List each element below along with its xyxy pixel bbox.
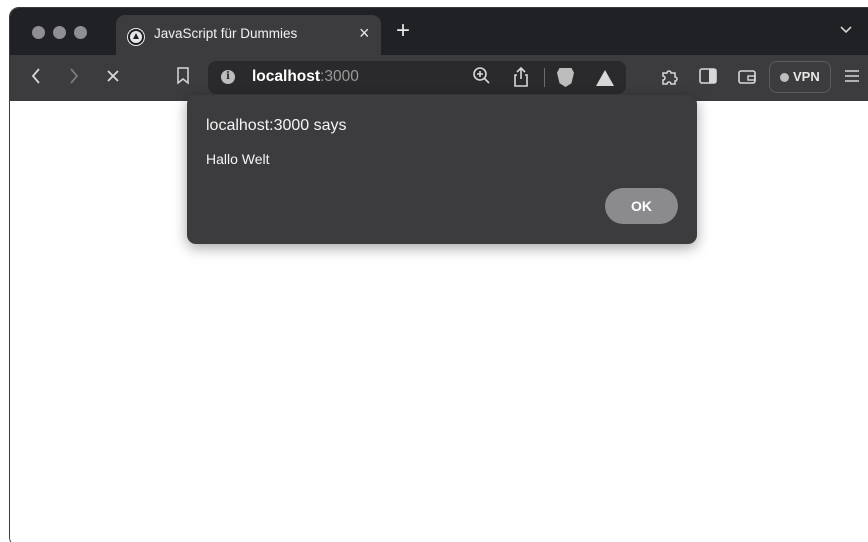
vpn-label: VPN (793, 69, 820, 84)
forward-icon (70, 68, 79, 84)
browser-window: JavaScript für Dummies × + i localhost:3… (9, 7, 868, 542)
url-host: localhost (252, 68, 321, 85)
tab-active[interactable]: JavaScript für Dummies × (116, 15, 381, 55)
brave-rewards-icon[interactable] (596, 70, 614, 86)
hamburger-menu-icon (845, 70, 859, 82)
close-window-button[interactable] (32, 26, 45, 39)
address-bar[interactable]: i localhost:3000 (208, 61, 626, 94)
alert-dialog: localhost:3000 says Hallo Welt OK (187, 95, 697, 244)
wallet-button[interactable] (738, 69, 756, 88)
minimize-window-button[interactable] (53, 26, 66, 39)
back-icon (31, 68, 40, 84)
wallet-icon (738, 70, 756, 84)
bookmark-button[interactable] (176, 67, 190, 88)
site-favicon-icon (128, 29, 144, 45)
tab-list-chevron-down-icon[interactable] (840, 21, 852, 37)
tab-title: JavaScript für Dummies (154, 26, 298, 41)
stop-loading-button[interactable] (106, 68, 120, 86)
divider (544, 68, 545, 87)
url-port: :3000 (320, 68, 359, 85)
tab-close-icon[interactable]: × (359, 23, 370, 44)
site-info-icon[interactable]: i (221, 70, 235, 84)
new-tab-button[interactable]: + (396, 17, 410, 45)
sidebar-button[interactable] (699, 68, 717, 87)
dialog-message: Hallo Welt (206, 151, 270, 167)
share-icon[interactable] (512, 66, 530, 93)
vpn-status-icon (780, 73, 789, 82)
dialog-title: localhost:3000 says (206, 117, 347, 134)
brave-shields-icon[interactable] (557, 68, 574, 87)
stop-icon (107, 70, 119, 82)
sidebar-icon (699, 68, 717, 84)
forward-button[interactable] (68, 67, 80, 88)
url-text[interactable]: localhost:3000 (252, 68, 359, 86)
extensions-button[interactable] (660, 67, 680, 90)
back-button[interactable] (30, 67, 42, 88)
zoom-window-button[interactable] (74, 26, 87, 39)
zoom-icon[interactable] (472, 66, 492, 91)
vpn-button[interactable]: VPN (769, 61, 831, 93)
main-menu-button[interactable] (844, 68, 860, 86)
bookmark-icon (177, 67, 189, 85)
puzzle-icon (662, 70, 678, 85)
ok-button[interactable]: OK (605, 188, 678, 224)
tab-bar: JavaScript für Dummies × + (10, 8, 868, 55)
